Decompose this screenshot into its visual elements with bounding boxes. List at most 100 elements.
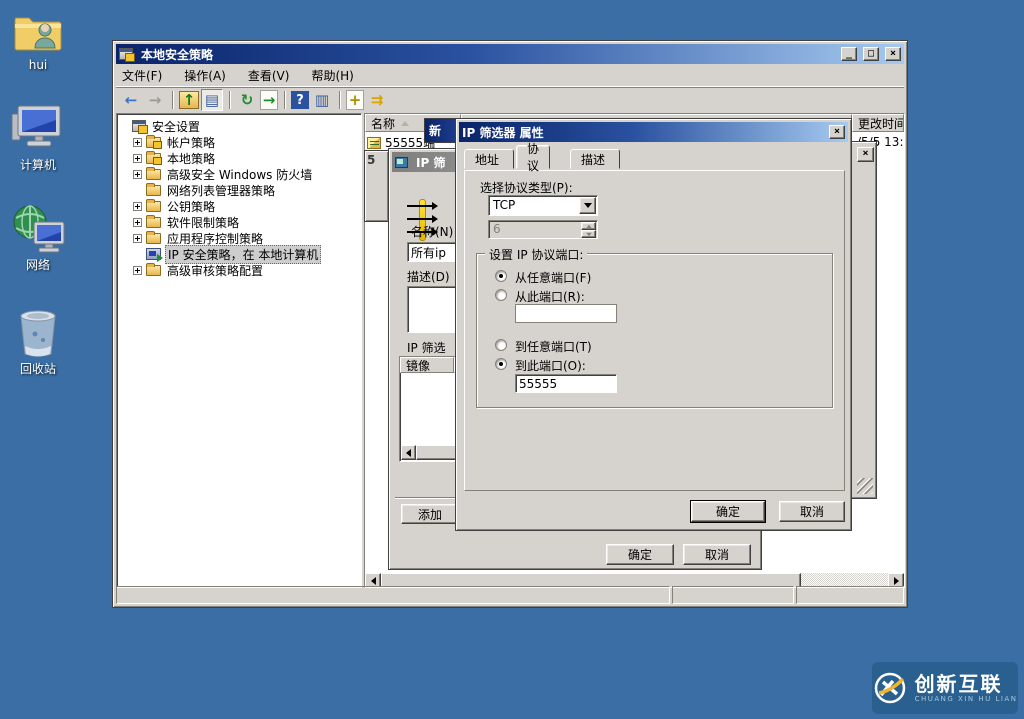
behind-dialog-right-strip: ×	[850, 141, 877, 499]
maximize-button[interactable]: □	[863, 47, 879, 61]
manage-filter-lists-icon[interactable]: ⇉	[366, 89, 388, 111]
column-header-modified-time[interactable]: 更改时间	[852, 114, 904, 132]
help-icon[interactable]: ?	[291, 91, 309, 109]
to-port-input[interactable]	[515, 374, 617, 393]
radio-from-this-port[interactable]	[495, 289, 507, 301]
filter-list-ok-button[interactable]: 确定	[606, 544, 674, 565]
desktop-icon-label: hui	[2, 58, 74, 72]
tree-item-public-key-policies[interactable]: 公钥策略	[119, 198, 359, 214]
expand-icon[interactable]	[133, 234, 142, 243]
brand-title: 创新互联	[915, 674, 1018, 695]
protocol-type-combobox[interactable]: TCP	[488, 195, 598, 216]
expand-icon[interactable]	[133, 154, 142, 163]
mirror-column-header[interactable]: 镜像	[400, 357, 454, 373]
spinner-down-button[interactable]	[581, 230, 596, 238]
tree-item-network-list-manager[interactable]: 网络列表管理器策略	[119, 182, 359, 198]
tree-item-account-policies[interactable]: 帐户策略	[119, 134, 359, 150]
toolbar-separator	[229, 91, 230, 109]
refresh-icon[interactable]: ↻	[236, 89, 258, 111]
folder-icon	[146, 169, 161, 180]
resize-grip[interactable]	[857, 478, 873, 494]
status-bar	[116, 586, 904, 604]
chevron-down-icon	[584, 203, 592, 208]
toolbar-separator	[172, 91, 173, 109]
brand-watermark: 创新互联 CHUANG XIN HU LIAN	[872, 662, 1018, 714]
tree-item-windows-firewall[interactable]: 高级安全 Windows 防火墙	[119, 166, 359, 182]
toolbar: ← → ↑ ▤ ↻ → ? ▥ + ⇉	[116, 87, 904, 113]
tree-item-ip-security-policies[interactable]: IP 安全策略，在 本地计算机	[119, 246, 359, 262]
dialog-icon	[395, 157, 408, 168]
tree-item-advanced-audit[interactable]: 高级审核策略配置	[119, 262, 359, 278]
radio-to-this-port[interactable]	[495, 358, 507, 370]
expand-icon[interactable]	[133, 138, 142, 147]
combobox-dropdown-button[interactable]	[579, 197, 596, 214]
scroll-left-button[interactable]	[401, 445, 416, 460]
folder-icon	[146, 233, 161, 244]
expand-icon[interactable]	[133, 266, 142, 275]
radio-from-any-port[interactable]	[495, 270, 507, 282]
network-icon	[10, 202, 66, 254]
desktop-icon-label: 回收站	[2, 360, 74, 377]
filter-props-ok-button[interactable]: 确定	[691, 501, 765, 522]
folder-icon	[146, 265, 161, 276]
status-cell	[672, 586, 794, 604]
desktop-icon-hui[interactable]: hui	[2, 8, 74, 72]
toolbar-separator	[339, 91, 340, 109]
folder-icon	[146, 185, 161, 196]
filter-props-close-button[interactable]: ×	[829, 125, 845, 139]
ip-filter-list-icon	[367, 137, 381, 149]
filter-list-cancel-button[interactable]: 取消	[683, 544, 751, 565]
new-rule-dialog-title-fragment: 新	[424, 118, 457, 143]
ip-filter-properties-dialog: IP 筛选器 属性 × 地址 协议 描述 选择协议类型(P): TCP 6 设置…	[455, 118, 852, 531]
menu-file[interactable]: 文件(F)	[122, 67, 162, 84]
back-icon[interactable]: ←	[120, 89, 142, 111]
main-title-bar[interactable]: 本地安全策略 _ □ ×	[116, 44, 904, 64]
folder-lock-icon	[146, 153, 161, 164]
tab-address[interactable]: 地址	[464, 149, 514, 169]
tab-protocol[interactable]: 协议	[516, 145, 550, 169]
filter-props-title-bar[interactable]: IP 筛选器 属性 ×	[459, 122, 848, 142]
filter-props-cancel-button[interactable]: 取消	[779, 501, 845, 522]
minimize-button[interactable]: _	[841, 47, 857, 61]
security-settings-icon	[132, 120, 146, 132]
tab-description[interactable]: 描述	[570, 149, 620, 169]
desktop-icon-network[interactable]: 网络	[2, 202, 74, 273]
radio-to-any-port[interactable]	[495, 339, 507, 351]
up-one-level-icon[interactable]: ↑	[179, 91, 199, 109]
toolbar-separator	[284, 91, 285, 109]
protocol-type-label: 选择协议类型(P):	[480, 179, 573, 196]
status-cell	[796, 586, 904, 604]
action-pane-toggle-icon[interactable]: ▥	[311, 89, 333, 111]
add-filter-button[interactable]: 添加	[401, 504, 459, 524]
recycle-bin-icon	[15, 306, 61, 358]
expand-icon[interactable]	[133, 218, 142, 227]
desktop: { "desktop": { "icons": [ { "label": "hu…	[0, 0, 1024, 719]
tree-item-local-policies[interactable]: 本地策略	[119, 150, 359, 166]
menu-help[interactable]: 帮助(H)	[311, 67, 353, 84]
console-tree-toggle-icon[interactable]: ▤	[201, 89, 223, 111]
folder-icon	[146, 217, 161, 228]
tree-root-security-settings[interactable]: 安全设置	[119, 118, 359, 134]
desktop-icon-recycle-bin[interactable]: 回收站	[2, 306, 74, 377]
behind-dialog-close-button[interactable]: ×	[857, 147, 874, 162]
filters-list-label: IP 筛选	[407, 339, 446, 356]
expand-icon[interactable]	[133, 202, 142, 211]
tree-root-label: 安全设置	[150, 118, 202, 135]
sort-asc-icon	[401, 121, 409, 126]
menu-bar: 文件(F) 操作(A) 查看(V) 帮助(H)	[116, 64, 904, 87]
window-title: 本地安全策略	[141, 46, 835, 63]
spinner-up-button[interactable]	[581, 222, 596, 230]
new-policy-icon[interactable]: +	[346, 90, 364, 110]
from-port-input[interactable]	[515, 304, 617, 323]
close-button[interactable]: ×	[885, 47, 901, 61]
port-group-box: 设置 IP 协议端口: 从任意端口(F) 从此端口(R): 到任意端口(T) 到…	[476, 253, 833, 408]
filter-props-title: IP 筛选器 属性	[462, 124, 823, 141]
expand-icon[interactable]	[133, 170, 142, 179]
forward-icon[interactable]: →	[144, 89, 166, 111]
export-list-icon[interactable]: →	[260, 90, 278, 110]
menu-view[interactable]: 查看(V)	[248, 67, 290, 84]
menu-action[interactable]: 操作(A)	[184, 67, 226, 84]
brand-subtitle: CHUANG XIN HU LIAN	[915, 695, 1018, 703]
tree-item-software-restriction[interactable]: 软件限制策略	[119, 214, 359, 230]
desktop-icon-computer[interactable]: 计算机	[2, 104, 74, 173]
